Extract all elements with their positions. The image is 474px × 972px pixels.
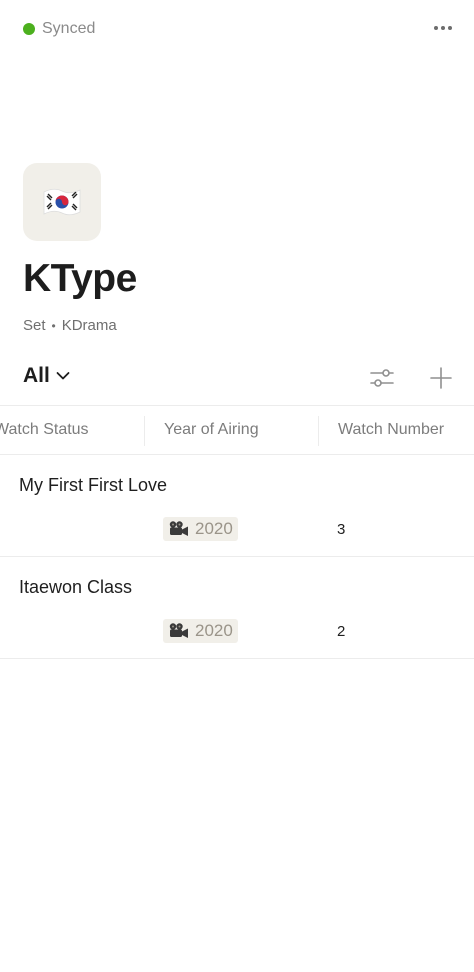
table-row[interactable]: Itaewon Class 2020 2 [0,557,474,659]
column-header-watch-status[interactable]: Watch Status [0,406,89,454]
row-title: Itaewon Class [19,577,133,597]
sync-status: Synced [23,18,95,40]
breadcrumb: Set • KDrama [23,317,117,334]
more-horizontal-icon [434,26,438,30]
column-header-year-of-airing[interactable]: Year of Airing [164,406,259,454]
movie-camera-icon [169,623,188,638]
watch-number-value: 2 [337,623,346,640]
table-row[interactable]: My First First Love 2020 3 [0,455,474,557]
year-value: 2020 [195,621,233,640]
plus-icon [430,367,452,389]
breadcrumb-item[interactable]: KDrama [62,317,117,334]
page-icon[interactable] [23,163,101,241]
view-selector-label: All [23,364,50,387]
sliders-icon [370,369,394,387]
watch-number-value: 3 [337,521,346,538]
column-header-watch-number[interactable]: Watch Number [338,406,444,454]
view-toolbar: All [0,360,474,396]
top-bar: Synced [0,0,474,58]
page-title: KType [23,257,137,300]
add-item-button[interactable] [426,363,456,393]
breadcrumb-item[interactable]: Set [23,317,46,334]
table-header: Watch Status Year of Airing Watch Number [0,405,474,455]
column-divider [318,416,319,446]
chevron-down-icon [56,372,70,380]
year-tag: 2020 [163,517,238,541]
filter-button[interactable] [367,363,397,393]
south-korea-flag-icon [43,188,81,216]
more-options-button[interactable] [428,15,458,41]
view-selector[interactable]: All [23,364,70,388]
movie-camera-icon [169,521,188,536]
year-tag: 2020 [163,619,238,643]
row-title: My First First Love [19,475,168,495]
sync-status-dot [23,23,35,35]
year-value: 2020 [195,519,233,538]
column-divider [144,416,145,446]
breadcrumb-separator: • [51,318,56,333]
sync-status-label: Synced [42,20,96,37]
